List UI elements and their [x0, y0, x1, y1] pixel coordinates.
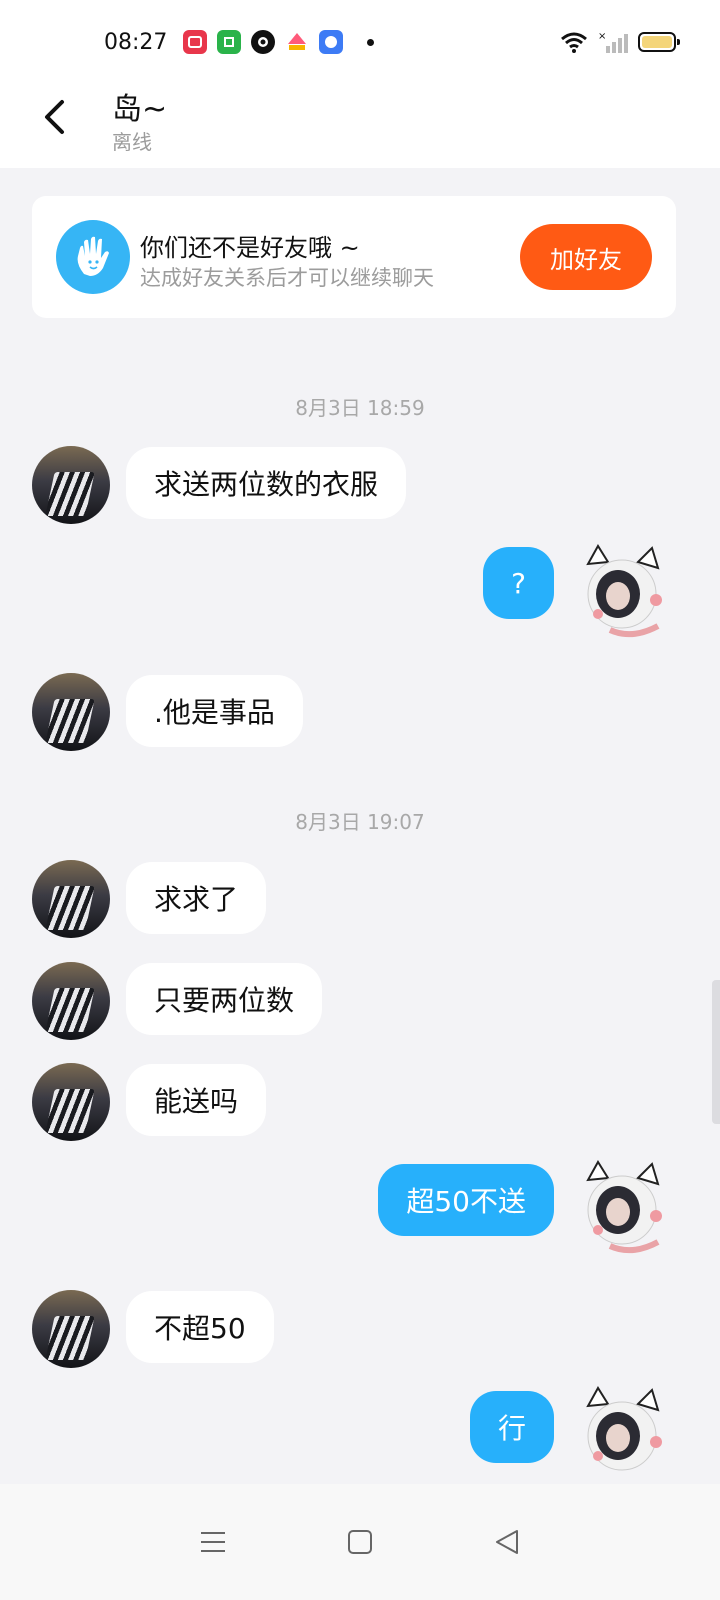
green-app-icon: [217, 30, 241, 54]
live-app-icon: [285, 30, 309, 54]
notification-icons: [183, 30, 374, 54]
home-button[interactable]: [340, 1522, 380, 1562]
triangle-back-icon: [495, 1530, 518, 1554]
back-nav-button[interactable]: [487, 1522, 527, 1562]
contact-avatar[interactable]: [32, 1063, 110, 1141]
blue-app-icon: [319, 30, 343, 54]
more-notifications-dot: [367, 38, 374, 46]
my-avatar[interactable]: [580, 544, 670, 644]
message-bubble-sent[interactable]: 超50不送: [378, 1164, 554, 1236]
chevron-left-icon: [45, 100, 64, 134]
menu-button[interactable]: [193, 1522, 233, 1562]
black-app-icon: [251, 30, 275, 54]
scrollbar[interactable]: [712, 980, 720, 1124]
battery-icon: [638, 32, 680, 52]
message-timestamp: 8月3日 19:07: [295, 810, 425, 834]
back-button[interactable]: [34, 94, 74, 140]
contact-avatar[interactable]: [32, 673, 110, 751]
signal-icon: ×: [598, 31, 628, 53]
wifi-icon: [561, 32, 587, 53]
contact-avatar[interactable]: [32, 1290, 110, 1368]
not-friends-subtitle: 达成好友关系后才可以继续聊天: [140, 266, 434, 290]
message-bubble-received[interactable]: .他是事品: [126, 675, 303, 747]
add-friend-card: 你们还不是好友哦 ~ 达成好友关系后才可以继续聊天 加好友: [32, 196, 676, 318]
status-time: 08:27: [104, 30, 168, 55]
top-bar: 08:27 × 岛~ 离线: [0, 0, 720, 168]
my-avatar[interactable]: [580, 1160, 670, 1260]
contact-avatar[interactable]: [32, 860, 110, 938]
message-bubble-sent[interactable]: ?: [483, 547, 554, 619]
video-app-icon: [183, 30, 207, 54]
home-square-icon: [347, 1530, 372, 1554]
system-nav-bar: [0, 1484, 720, 1600]
online-status: 离线: [112, 130, 152, 154]
message-timestamp: 8月3日 18:59: [295, 396, 425, 420]
message-bubble-sent[interactable]: 行: [469, 1391, 554, 1463]
contact-avatar[interactable]: [32, 446, 110, 524]
status-indicators: ×: [560, 30, 680, 54]
message-bubble-received[interactable]: 能送吗: [126, 1064, 267, 1136]
chat-title: 岛~: [112, 92, 168, 127]
message-bubble-received[interactable]: 只要两位数: [126, 963, 323, 1035]
wave-hand-icon: [56, 220, 130, 294]
message-bubble-received[interactable]: 不超50: [126, 1291, 274, 1363]
add-friend-button[interactable]: 加好友: [520, 224, 652, 290]
my-avatar[interactable]: [580, 1386, 670, 1486]
message-bubble-received[interactable]: 求送两位数的衣服: [126, 447, 407, 519]
battery-level: [642, 36, 672, 48]
not-friends-title: 你们还不是好友哦 ~: [140, 234, 360, 262]
svg-text:×: ×: [598, 31, 606, 42]
contact-avatar[interactable]: [32, 962, 110, 1040]
menu-icon: [201, 1532, 226, 1552]
message-bubble-received[interactable]: 求求了: [126, 862, 267, 934]
